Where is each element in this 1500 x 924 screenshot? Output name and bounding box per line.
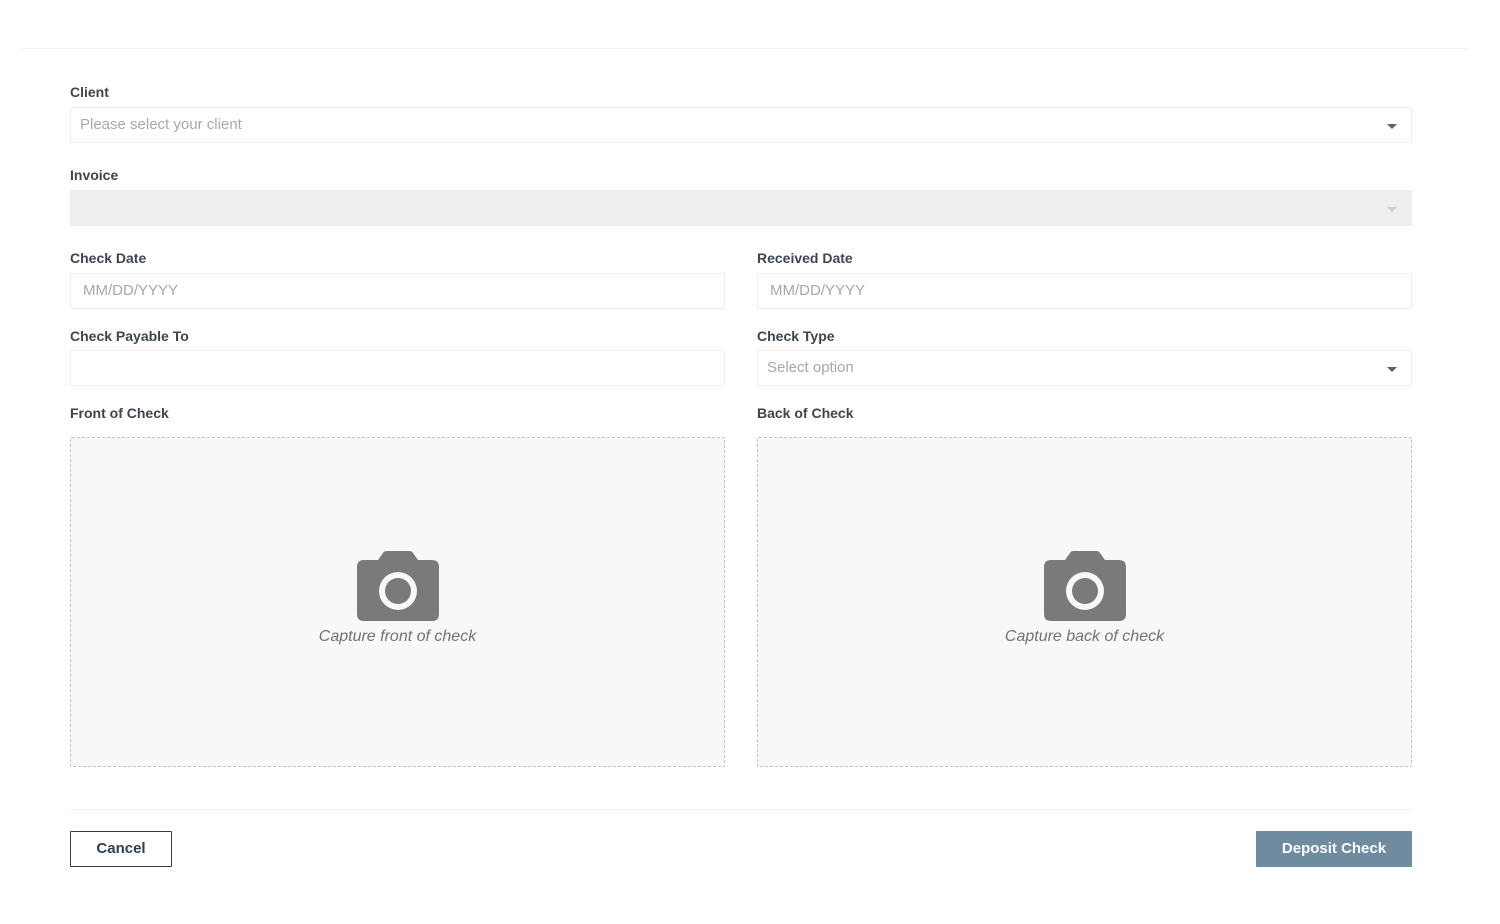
deposit-check-button[interactable]: Deposit Check [1256,831,1412,867]
footer-divider [70,809,1412,810]
received-date-placeholder: MM/DD/YYYY [770,282,866,299]
check-date-label: Check Date [70,250,147,266]
front-capture-area[interactable]: Capture front of check [71,550,724,646]
check-type-label: Check Type [757,328,835,344]
check-payable-to-input[interactable] [70,350,725,386]
front-of-check-label: Front of Check [70,405,169,421]
check-type-placeholder: Select option [767,359,854,376]
chevron-down-icon [1387,367,1397,372]
front-of-check-dropzone[interactable]: Capture front of check [70,437,725,767]
invoice-label: Invoice [70,167,119,183]
camera-icon [356,551,439,621]
client-label: Client [70,84,109,100]
back-of-check-label: Back of Check [757,405,854,421]
check-date-input[interactable]: MM/DD/YYYY [70,273,725,309]
invoice-select[interactable] [70,190,1412,226]
check-date-placeholder: MM/DD/YYYY [83,282,179,299]
camera-icon [1043,551,1126,621]
cancel-button[interactable]: Cancel [70,831,172,867]
back-of-check-dropzone[interactable]: Capture back of check [757,437,1412,767]
client-select-placeholder: Please select your client [80,116,242,133]
received-date-input[interactable]: MM/DD/YYYY [757,273,1412,309]
check-type-select[interactable]: Select option [757,350,1412,386]
chevron-down-icon [1387,124,1397,129]
chevron-down-icon [1387,207,1397,212]
front-capture-prompt: Capture front of check [318,628,477,645]
client-select[interactable]: Please select your client [70,107,1412,143]
check-payable-to-label: Check Payable To [70,328,189,344]
back-capture-area[interactable]: Capture back of check [758,550,1411,646]
received-date-label: Received Date [757,250,853,266]
top-divider [22,48,1468,49]
back-capture-prompt: Capture back of check [1004,628,1165,645]
